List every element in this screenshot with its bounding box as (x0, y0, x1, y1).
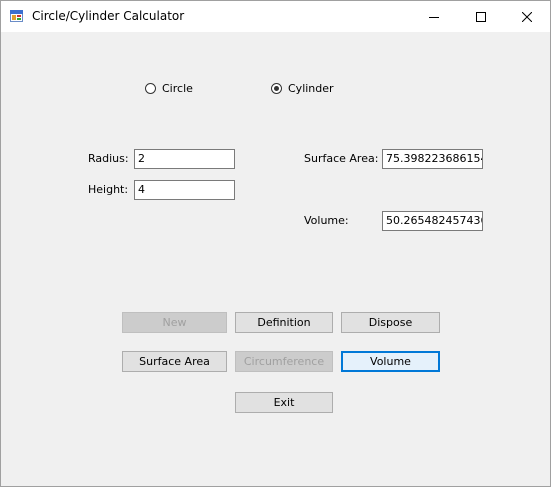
volume-button[interactable]: Volume (341, 351, 440, 372)
cylinder-radio-indicator[interactable] (271, 83, 282, 94)
app-form-icon (10, 9, 24, 23)
dispose-button[interactable]: Dispose (341, 312, 440, 333)
surface-area-button[interactable]: Surface Area (122, 351, 227, 372)
minimize-icon (429, 12, 439, 22)
close-icon (522, 11, 532, 22)
circumference-button[interactable]: Circumference (235, 351, 333, 372)
radius-input[interactable]: 2 (134, 149, 235, 169)
title-bar[interactable]: Circle/Cylinder Calculator (1, 1, 550, 32)
height-label: Height: (88, 183, 129, 196)
radius-label: Radius: (88, 152, 129, 165)
form-client-area: Circle Cylinder Radius: 2 Height: 4 Surf… (1, 32, 550, 486)
surface-area-output[interactable]: 75.39822368615497 (382, 149, 483, 169)
surface-area-label: Surface Area: (304, 152, 379, 165)
exit-button[interactable]: Exit (235, 392, 333, 413)
circle-radio-label: Circle (162, 82, 193, 95)
window-title: Circle/Cylinder Calculator (32, 9, 185, 23)
volume-label: Volume: (304, 214, 349, 227)
minimize-button[interactable] (411, 1, 457, 32)
new-button[interactable]: New (122, 312, 227, 333)
close-button[interactable] (504, 1, 550, 32)
calculator-window: Circle/Cylinder Calculator Circle Cylind… (0, 0, 551, 487)
volume-output[interactable]: 50.26548245743669 (382, 211, 483, 231)
cylinder-radio[interactable]: Cylinder (271, 82, 334, 95)
circle-radio[interactable]: Circle (145, 82, 193, 95)
cylinder-radio-label: Cylinder (288, 82, 334, 95)
maximize-button[interactable] (458, 1, 504, 32)
maximize-icon (476, 11, 486, 22)
height-input[interactable]: 4 (134, 180, 235, 200)
definition-button[interactable]: Definition (235, 312, 333, 333)
circle-radio-indicator[interactable] (145, 83, 156, 94)
